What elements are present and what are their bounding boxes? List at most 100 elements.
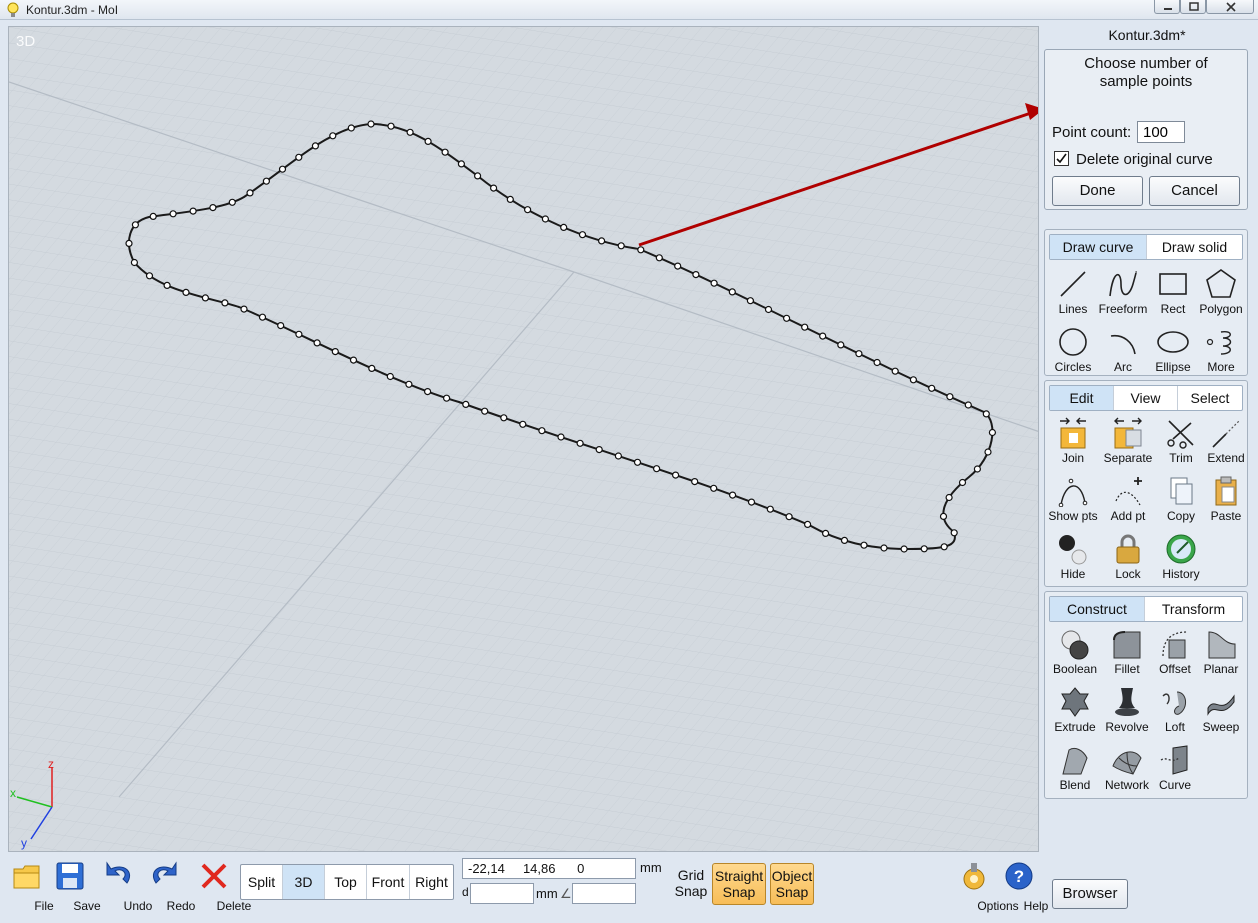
sample-point	[973, 465, 982, 473]
straight-snap-toggle[interactable]: Straight Snap	[712, 863, 766, 905]
sample-point	[785, 513, 793, 521]
sample-point	[367, 120, 375, 128]
delete-button[interactable]: Delete	[194, 859, 251, 913]
delete-original-checkbox[interactable]	[1054, 151, 1069, 166]
draw-tabs: Draw curve Draw solid	[1049, 234, 1243, 260]
distance-label: d	[462, 885, 469, 899]
history-tool[interactable]: History	[1155, 531, 1207, 585]
sample-point	[873, 358, 881, 367]
maximize-button[interactable]	[1180, 0, 1206, 14]
separate-tool[interactable]: Separate	[1102, 415, 1154, 469]
side-panel: Kontur.3dm* Choose number of sample poin…	[1042, 24, 1254, 856]
sample-point	[149, 212, 157, 220]
tab-draw-curve[interactable]: Draw curve	[1050, 235, 1147, 259]
join-tool[interactable]: Join	[1047, 415, 1099, 469]
redo-button[interactable]: Redo	[145, 859, 195, 913]
viewport-3d[interactable]: z x y 3D	[8, 26, 1039, 852]
minimize-icon	[1164, 8, 1172, 10]
tab-transform[interactable]: Transform	[1145, 597, 1242, 621]
sample-point	[764, 305, 773, 314]
viewport-scene[interactable]: z x y	[9, 27, 1039, 852]
tab-select[interactable]: Select	[1178, 386, 1242, 410]
coord-y: 14,86	[522, 861, 556, 876]
view-split-tab[interactable]: Split	[241, 865, 283, 899]
edit-tabs: Edit View Select	[1049, 385, 1243, 411]
undo-button[interactable]: Undo	[102, 859, 152, 913]
sample-point	[538, 427, 546, 435]
view-right-tab[interactable]: Right	[410, 865, 453, 899]
sample-point	[982, 410, 990, 418]
close-button[interactable]	[1206, 0, 1254, 14]
view-front-tab[interactable]: Front	[367, 865, 410, 899]
sample-point	[209, 204, 217, 212]
sweep-icon	[1207, 694, 1235, 716]
lock-tool[interactable]: Lock	[1102, 531, 1154, 585]
sample-point	[441, 148, 449, 156]
show-pts-tool[interactable]: Show pts	[1047, 473, 1099, 527]
more-tool[interactable]: More	[1195, 324, 1247, 378]
browser-button[interactable]: Browser	[1052, 879, 1128, 909]
paste-icon	[1215, 476, 1237, 506]
xyz-field[interactable]: -22,14 14,86 0	[462, 858, 636, 879]
tab-draw-solid[interactable]: Draw solid	[1147, 235, 1242, 259]
distance-field[interactable]	[470, 883, 534, 904]
add-pt-tool[interactable]: Add pt	[1102, 473, 1154, 527]
extrude-tool[interactable]: Extrude	[1049, 684, 1101, 738]
sweep-tool[interactable]: Sweep	[1195, 684, 1247, 738]
sample-point	[557, 433, 565, 441]
save-button[interactable]: Save	[51, 859, 101, 913]
file-button[interactable]: File	[8, 859, 54, 913]
minimize-button[interactable]	[1154, 0, 1180, 14]
grid-snap-toggle[interactable]: Grid Snap	[672, 867, 710, 899]
sample-point	[766, 505, 774, 513]
options-button[interactable]: Options	[950, 859, 1019, 913]
undo-icon	[106, 861, 131, 884]
curve-from-surface-icon	[1160, 745, 1188, 775]
sample-point	[637, 246, 645, 254]
tool-label: Curve	[1158, 778, 1191, 792]
polygon-tool[interactable]: Polygon	[1195, 266, 1247, 320]
grid-snap-line-1: Grid	[677, 867, 705, 883]
tab-construct[interactable]: Construct	[1050, 597, 1145, 621]
object-snap-toggle[interactable]: Object Snap	[770, 863, 814, 905]
add-point-icon	[1115, 477, 1142, 506]
paste-tool[interactable]: Paste	[1200, 473, 1252, 527]
sample-point	[406, 128, 414, 136]
close-icon	[1226, 2, 1236, 12]
sample-point	[500, 414, 508, 422]
hide-tool[interactable]: Hide	[1047, 531, 1099, 585]
sample-point	[169, 210, 177, 218]
svg-text:?: ?	[1014, 867, 1024, 886]
done-button[interactable]: Done	[1052, 176, 1143, 206]
extend-icon	[1212, 419, 1241, 448]
grid-snap-line-2: Snap	[674, 883, 708, 899]
point-count-input[interactable]	[1137, 121, 1185, 143]
sample-point	[405, 380, 413, 388]
view-switcher: Split 3D Top Front Right	[240, 864, 454, 900]
sample-point	[655, 254, 663, 262]
sample-point	[821, 529, 830, 537]
blend-tool[interactable]: Blend	[1049, 742, 1101, 796]
sample-point	[387, 122, 395, 130]
extend-tool[interactable]: Extend	[1200, 415, 1252, 469]
boolean-tool[interactable]: Boolean	[1049, 626, 1101, 680]
lock-icon	[1116, 534, 1140, 564]
maximize-icon	[1189, 2, 1199, 11]
sample-point	[228, 198, 236, 206]
view-top-tab[interactable]: Top	[325, 865, 367, 899]
planar-tool[interactable]: Planar	[1195, 626, 1247, 680]
circle-icon	[1059, 328, 1087, 356]
angle-field[interactable]	[572, 883, 636, 904]
view-3d-tab[interactable]: 3D	[283, 865, 325, 899]
curve-tool[interactable]: Curve	[1149, 742, 1201, 796]
moi-lightbulb-icon	[7, 2, 19, 17]
command-options: Choose number of sample points Point cou…	[1044, 49, 1248, 210]
sample-point	[278, 165, 287, 173]
object-snap-line-2: Snap	[775, 884, 809, 900]
help-button[interactable]: ? Help	[1002, 859, 1048, 913]
tab-edit[interactable]: Edit	[1050, 386, 1114, 410]
coord-z: 0	[577, 861, 585, 876]
cancel-button[interactable]: Cancel	[1149, 176, 1240, 206]
tab-view[interactable]: View	[1114, 386, 1178, 410]
title-bar: Kontur.3dm - MoI	[0, 0, 1258, 20]
